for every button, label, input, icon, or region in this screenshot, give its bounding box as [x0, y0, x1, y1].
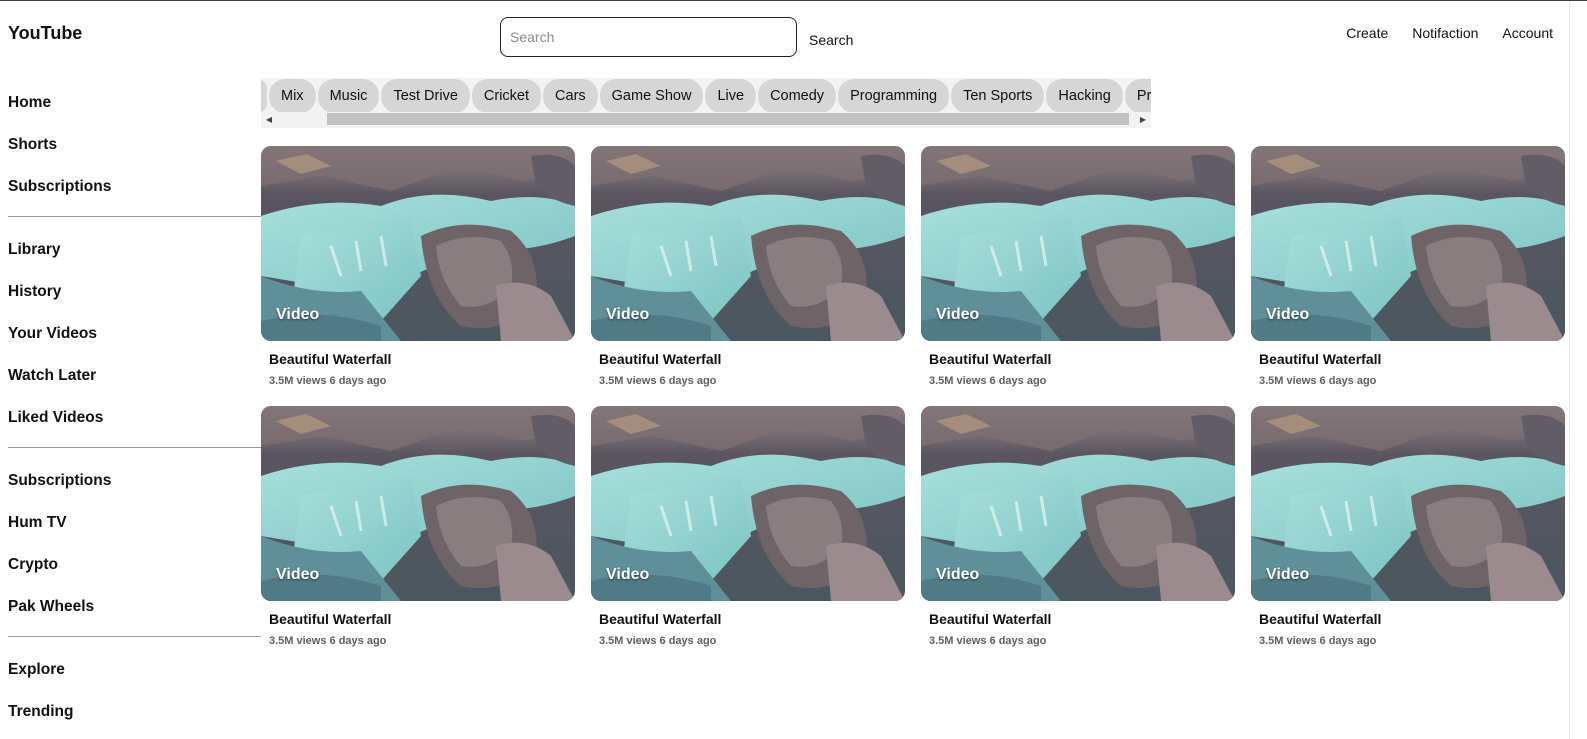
account-link[interactable]: Account	[1502, 25, 1553, 41]
video-title[interactable]: Beautiful Waterfall	[921, 611, 1235, 627]
video-label: Video	[606, 306, 650, 323]
video-label: Video	[936, 566, 980, 583]
category-tags: Mix Music Test Drive Cricket Cars Game Show Li…	[261, 79, 1151, 113]
tag-game-show[interactable]: Game Show	[599, 79, 704, 113]
create-link[interactable]: Create	[1346, 25, 1388, 41]
scrollbar-thumb[interactable]	[327, 113, 1129, 125]
video-meta: 3.5M views 6 days ago	[929, 635, 1047, 647]
tag-comedy[interactable]: Comedy	[758, 79, 837, 113]
video-title[interactable]: Beautiful Waterfall	[921, 351, 1235, 367]
video-thumbnail[interactable]: Video	[1251, 146, 1565, 341]
sidebar-item-explore[interactable]: Explore	[0, 649, 261, 691]
tag-partial[interactable]	[261, 79, 267, 113]
video-label: Video	[936, 306, 980, 323]
video-card[interactable]: Video Beautiful Waterfall 3.5M views 6 day…	[261, 146, 575, 406]
video-meta: 3.5M views 6 days ago	[599, 375, 717, 387]
tag-cars[interactable]: Cars	[543, 79, 598, 113]
sidebar-item-shorts[interactable]: Shorts	[0, 124, 261, 166]
sidebar-item-hum-tv[interactable]: Hum TV	[0, 502, 261, 544]
video-title[interactable]: Beautiful Waterfall	[1251, 611, 1565, 627]
video-card[interactable]: Video Beautiful Waterfall 3.5M views 6 day…	[591, 406, 905, 666]
search-button[interactable]: Search	[809, 32, 853, 48]
video-title[interactable]: Beautiful Waterfall	[591, 611, 905, 627]
search-input[interactable]	[500, 17, 797, 57]
video-title[interactable]: Beautiful Waterfall	[1251, 351, 1565, 367]
sidebar-divider	[8, 216, 261, 217]
video-thumbnail[interactable]: Video	[261, 146, 575, 341]
sidebar-item-liked-videos[interactable]: Liked Videos	[0, 397, 261, 439]
sidebar-item-history[interactable]: History	[0, 271, 261, 313]
video-meta: 3.5M views 6 days ago	[1259, 375, 1377, 387]
tag-test-drive[interactable]: Test Drive	[381, 79, 470, 113]
youtube-logo[interactable]: YouTube	[8, 23, 82, 44]
video-grid: Video Beautiful Waterfall 3.5M views 6 day…	[261, 146, 1565, 666]
video-label: Video	[606, 566, 650, 583]
video-card[interactable]: Video Beautiful Waterfall 3.5M views 6 day…	[1251, 406, 1565, 666]
scroll-right-icon[interactable]: ▶	[1135, 112, 1151, 128]
sidebar-item-home[interactable]: Home	[0, 82, 261, 124]
video-title[interactable]: Beautiful Waterfall	[591, 351, 905, 367]
video-thumbnail[interactable]: Video	[1251, 406, 1565, 601]
sidebar-item-library[interactable]: Library	[0, 229, 261, 271]
tag-cricket[interactable]: Cricket	[471, 79, 542, 113]
page-scrollbar[interactable]	[1569, 1, 1587, 739]
video-label: Video	[1266, 566, 1310, 583]
header-actions: Create Notifaction Account	[1346, 25, 1553, 41]
video-card[interactable]: Video Beautiful Waterfall 3.5M views 6 day…	[261, 406, 575, 666]
sidebar-item-your-videos[interactable]: Your Videos	[0, 313, 261, 355]
tag-live[interactable]: Live	[705, 79, 757, 113]
scroll-left-icon[interactable]: ◀	[261, 112, 277, 128]
video-card[interactable]: Video Beautiful Waterfall 3.5M views 6 day…	[921, 406, 1235, 666]
video-thumbnail[interactable]: Video	[921, 146, 1235, 341]
video-meta: 3.5M views 6 days ago	[269, 635, 387, 647]
video-card[interactable]: Video Beautiful Waterfall 3.5M views 6 day…	[591, 146, 905, 406]
sidebar: Home Shorts Subscriptions Library History You…	[0, 82, 261, 733]
tag-ten-sports[interactable]: Ten Sports	[951, 79, 1045, 113]
tag-mix[interactable]: Mix	[269, 79, 316, 113]
sidebar-divider	[8, 636, 261, 637]
video-label: Video	[1266, 306, 1310, 323]
sidebar-divider	[8, 447, 261, 448]
video-meta: 3.5M views 6 days ago	[1259, 635, 1377, 647]
video-meta: 3.5M views 6 days ago	[599, 635, 717, 647]
video-label: Video	[276, 566, 320, 583]
sidebar-item-pak-wheels[interactable]: Pak Wheels	[0, 586, 261, 628]
video-label: Video	[276, 306, 320, 323]
video-meta: 3.5M views 6 days ago	[929, 375, 1047, 387]
tag-scrollbar[interactable]: ◀ ▶	[261, 112, 1151, 128]
tag-property[interactable]: Property	[1124, 79, 1151, 113]
video-thumbnail[interactable]: Video	[591, 146, 905, 341]
sidebar-item-watch-later[interactable]: Watch Later	[0, 355, 261, 397]
tag-programming[interactable]: Programming	[838, 79, 950, 113]
notification-link[interactable]: Notifaction	[1412, 25, 1478, 41]
video-title[interactable]: Beautiful Waterfall	[261, 611, 575, 627]
video-meta: 3.5M views 6 days ago	[269, 375, 387, 387]
video-card[interactable]: Video Beautiful Waterfall 3.5M views 6 day…	[921, 146, 1235, 406]
category-tag-bar: Mix Music Test Drive Cricket Cars Game Show Li…	[261, 78, 1151, 128]
video-thumbnail[interactable]: Video	[591, 406, 905, 601]
video-card[interactable]: Video Beautiful Waterfall 3.5M views 6 day…	[1251, 146, 1565, 406]
sidebar-item-subscriptions[interactable]: Subscriptions	[0, 460, 261, 502]
video-thumbnail[interactable]: Video	[261, 406, 575, 601]
video-thumbnail[interactable]: Video	[921, 406, 1235, 601]
video-title[interactable]: Beautiful Waterfall	[261, 351, 575, 367]
tag-music[interactable]: Music	[317, 79, 380, 113]
sidebar-item-trending[interactable]: Trending	[0, 691, 261, 733]
tag-hacking[interactable]: Hacking	[1046, 79, 1123, 113]
sidebar-item-crypto[interactable]: Crypto	[0, 544, 261, 586]
sidebar-item-subscriptions[interactable]: Subscriptions	[0, 166, 261, 208]
